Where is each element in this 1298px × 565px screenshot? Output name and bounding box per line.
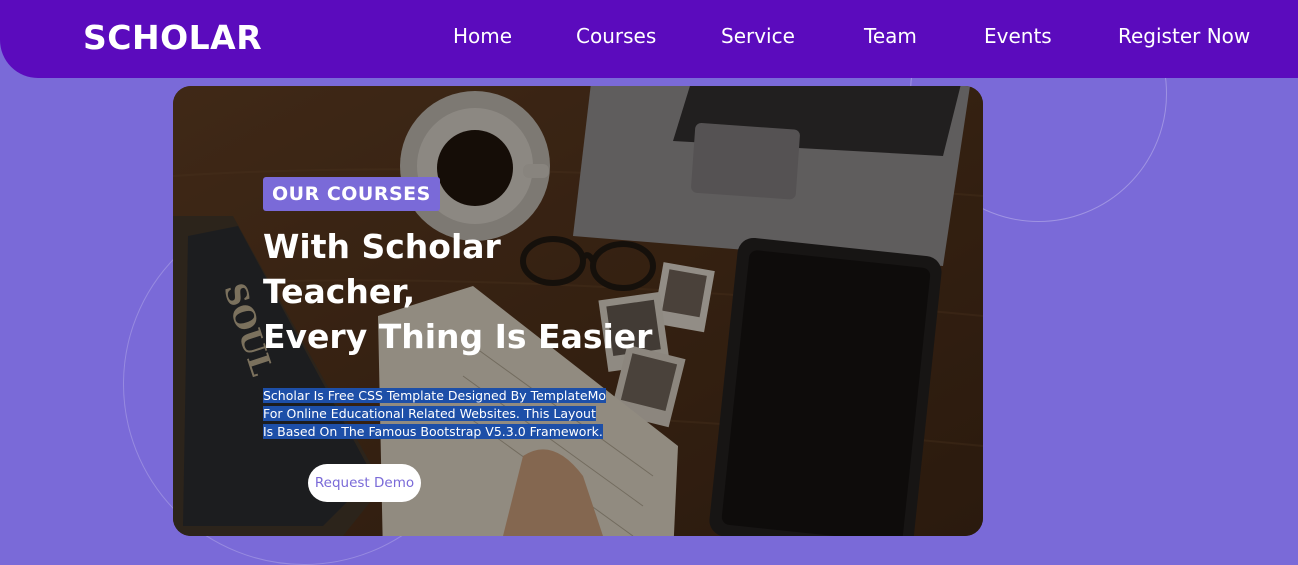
nav-courses[interactable]: Courses [576, 24, 656, 48]
headline-line-3: Every Thing Is Easier [263, 317, 653, 356]
hero-headline: With Scholar Teacher, Every Thing Is Eas… [263, 224, 652, 359]
nav-team[interactable]: Team [864, 24, 917, 48]
hero-description: Scholar Is Free CSS Template Designed By… [263, 387, 608, 441]
nav-service[interactable]: Service [721, 24, 795, 48]
hero-banner: SOUL OUR COURSES With Scholar Teacher, E… [173, 86, 983, 536]
nav-events[interactable]: Events [984, 24, 1052, 48]
headline-line-1: With Scholar [263, 227, 501, 266]
site-header: SCHOLAR Home Courses Service Team Events… [0, 0, 1298, 78]
request-demo-button[interactable]: Request Demo [308, 464, 421, 502]
headline-line-2: Teacher, [263, 272, 416, 311]
nav-register-now[interactable]: Register Now [1118, 24, 1250, 48]
nav-home[interactable]: Home [453, 24, 512, 48]
logo[interactable]: SCHOLAR [83, 18, 262, 57]
selected-text: Scholar Is Free CSS Template Designed By… [263, 387, 607, 439]
section-badge: OUR COURSES [263, 177, 440, 211]
